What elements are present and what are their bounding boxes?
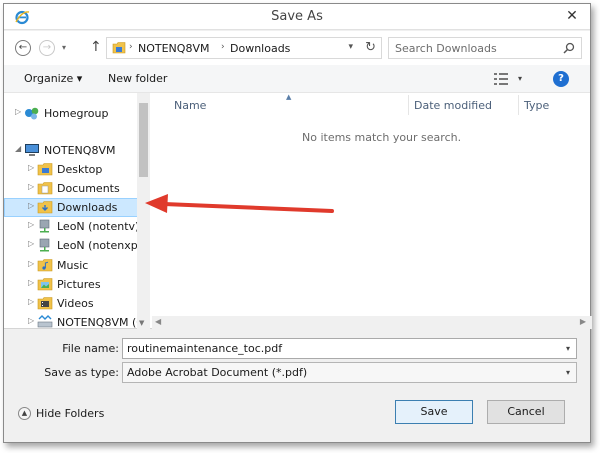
navigation-pane-scrollbar[interactable]: ▼ bbox=[137, 93, 150, 329]
tree-item-label: Homegroup bbox=[44, 107, 109, 120]
expand-arrow-icon[interactable]: ▷ bbox=[28, 316, 34, 325]
tree-item-desktop[interactable]: ▷ Desktop bbox=[4, 160, 150, 179]
empty-folder-message: No items match your search. bbox=[302, 131, 462, 144]
tree-item-music[interactable]: ▷ Music bbox=[4, 256, 150, 275]
file-name-input[interactable]: routinemaintenance_toc.pdf ▾ bbox=[122, 338, 577, 359]
new-folder-button[interactable]: New folder bbox=[108, 72, 167, 85]
recent-locations-dropdown[interactable]: ▾ bbox=[62, 43, 66, 52]
expand-arrow-icon[interactable]: ▷ bbox=[28, 278, 34, 287]
address-history-dropdown[interactable]: ▾ bbox=[348, 42, 353, 52]
collapse-arrow-icon[interactable]: ◢ bbox=[15, 144, 21, 153]
navigation-bar: ← → ▾ ↑ › NOTENQ8VM › Downloads ▾ ↻ Sear… bbox=[4, 31, 590, 65]
navigation-pane[interactable]: ▷ Homegroup ◢ NOTENQ8VM ▷ Desktop ▷ Docu… bbox=[4, 93, 150, 329]
chevron-up-icon: ▲ bbox=[18, 407, 31, 420]
tree-item-videos[interactable]: ▷ Videos bbox=[4, 294, 150, 313]
help-icon[interactable]: ? bbox=[553, 71, 569, 87]
chevron-down-icon[interactable]: ▾ bbox=[566, 344, 570, 353]
scroll-right-arrow-icon[interactable]: ▶ bbox=[580, 317, 586, 326]
file-name-value: routinemaintenance_toc.pdf bbox=[127, 342, 283, 355]
expand-arrow-icon[interactable]: ▷ bbox=[28, 201, 34, 210]
network-drive-icon bbox=[39, 219, 50, 233]
expand-arrow-icon[interactable]: ▷ bbox=[28, 259, 34, 268]
drive-icon bbox=[37, 315, 53, 328]
sort-indicator-icon: ▲ bbox=[286, 93, 292, 101]
documents-icon bbox=[37, 182, 53, 195]
search-placeholder: Search Downloads bbox=[395, 42, 497, 55]
tree-item-local-disk[interactable]: ▷ NOTENQ8VM (C: bbox=[4, 313, 150, 329]
desktop-folder-icon bbox=[37, 163, 53, 176]
folder-icon bbox=[112, 42, 126, 54]
tree-item-label: Documents bbox=[57, 182, 120, 195]
view-options-icon[interactable] bbox=[494, 73, 508, 85]
tree-item-label: LeoN (notentv) bbox=[57, 220, 140, 233]
view-options-dropdown[interactable]: ▾ bbox=[518, 74, 522, 83]
breadcrumb-item[interactable]: NOTENQ8VM bbox=[138, 42, 209, 55]
network-drive-icon bbox=[39, 238, 50, 252]
breadcrumb-separator: › bbox=[221, 42, 225, 52]
tree-item-network-drive[interactable]: ▷ LeoN (notenxps7 bbox=[4, 236, 150, 255]
file-name-label: File name: bbox=[62, 342, 119, 355]
hide-folders-label: Hide Folders bbox=[36, 407, 105, 420]
title-bar: Save As ✕ bbox=[4, 4, 590, 30]
save-as-dialog: Save As ✕ ← → ▾ ↑ › NOTENQ8VM › Download… bbox=[3, 3, 592, 443]
chevron-down-icon[interactable]: ▾ bbox=[566, 368, 570, 377]
expand-arrow-icon[interactable]: ▷ bbox=[28, 220, 34, 229]
expand-arrow-icon[interactable]: ▷ bbox=[15, 107, 21, 116]
tree-item-documents[interactable]: ▷ Documents bbox=[4, 179, 150, 198]
tree-item-label: Pictures bbox=[57, 278, 101, 291]
save-as-type-select[interactable]: Adobe Acrobat Document (*.pdf) ▾ bbox=[122, 362, 577, 383]
cancel-button[interactable]: Cancel bbox=[487, 400, 565, 424]
tree-item-label: NOTENQ8VM bbox=[44, 144, 116, 157]
up-button[interactable]: ↑ bbox=[90, 39, 102, 55]
column-header-date-modified[interactable]: Date modified bbox=[414, 99, 492, 112]
downloads-folder-icon bbox=[37, 201, 53, 214]
videos-folder-icon bbox=[37, 297, 53, 310]
search-icon bbox=[563, 42, 575, 54]
tree-item-network-drive[interactable]: ▷ LeoN (notentv) bbox=[4, 217, 150, 236]
browser-area: ▷ Homegroup ◢ NOTENQ8VM ▷ Desktop ▷ Docu… bbox=[4, 93, 592, 329]
search-input[interactable]: Search Downloads bbox=[388, 37, 582, 59]
save-button[interactable]: Save bbox=[395, 400, 473, 424]
refresh-button[interactable]: ↻ bbox=[365, 40, 376, 55]
forward-button[interactable]: → bbox=[39, 40, 55, 56]
window-title: Save As bbox=[271, 9, 323, 24]
tree-item-label: Videos bbox=[57, 297, 94, 310]
column-divider[interactable] bbox=[518, 95, 519, 115]
tree-item-label: Music bbox=[57, 259, 89, 272]
command-toolbar: Organize ▾ New folder ▾ ? bbox=[4, 65, 590, 93]
computer-icon bbox=[25, 144, 39, 156]
tree-item-homegroup[interactable]: ▷ Homegroup bbox=[4, 104, 150, 123]
breadcrumb-separator: › bbox=[129, 42, 133, 52]
save-as-type-value: Adobe Acrobat Document (*.pdf) bbox=[127, 366, 308, 379]
expand-arrow-icon[interactable]: ▷ bbox=[28, 182, 34, 191]
back-button[interactable]: ← bbox=[15, 40, 31, 56]
organize-menu[interactable]: Organize ▾ bbox=[24, 72, 82, 85]
tree-item-this-pc[interactable]: ◢ NOTENQ8VM bbox=[4, 141, 150, 160]
pictures-folder-icon bbox=[37, 278, 53, 291]
scroll-down-arrow-icon[interactable]: ▼ bbox=[139, 319, 144, 327]
file-list[interactable]: ▲ Name Date modified Type No items match… bbox=[152, 93, 592, 329]
close-button[interactable]: ✕ bbox=[560, 6, 584, 26]
scroll-left-arrow-icon[interactable]: ◀ bbox=[155, 317, 161, 326]
file-list-horizontal-scrollbar[interactable]: ◀ ▶ bbox=[152, 316, 592, 329]
music-folder-icon bbox=[37, 259, 53, 272]
expand-arrow-icon[interactable]: ▷ bbox=[28, 163, 34, 172]
breadcrumb-item[interactable]: Downloads bbox=[230, 42, 290, 55]
save-as-type-label: Save as type: bbox=[44, 366, 119, 379]
address-bar[interactable]: › NOTENQ8VM › Downloads ▾ ↻ bbox=[106, 37, 382, 59]
tree-item-label: Desktop bbox=[57, 163, 103, 176]
column-header-name[interactable]: Name bbox=[174, 99, 206, 112]
tree-item-downloads[interactable]: ▷ Downloads bbox=[4, 198, 150, 217]
tree-item-label: NOTENQ8VM (C: bbox=[57, 316, 148, 329]
expand-arrow-icon[interactable]: ▷ bbox=[28, 297, 34, 306]
tree-item-pictures[interactable]: ▷ Pictures bbox=[4, 275, 150, 294]
column-divider[interactable] bbox=[408, 95, 409, 115]
column-header-type[interactable]: Type bbox=[524, 99, 549, 112]
scrollbar-thumb[interactable] bbox=[139, 103, 148, 177]
homegroup-icon bbox=[25, 107, 39, 120]
expand-arrow-icon[interactable]: ▷ bbox=[28, 239, 34, 248]
tree-item-label: Downloads bbox=[57, 201, 118, 214]
